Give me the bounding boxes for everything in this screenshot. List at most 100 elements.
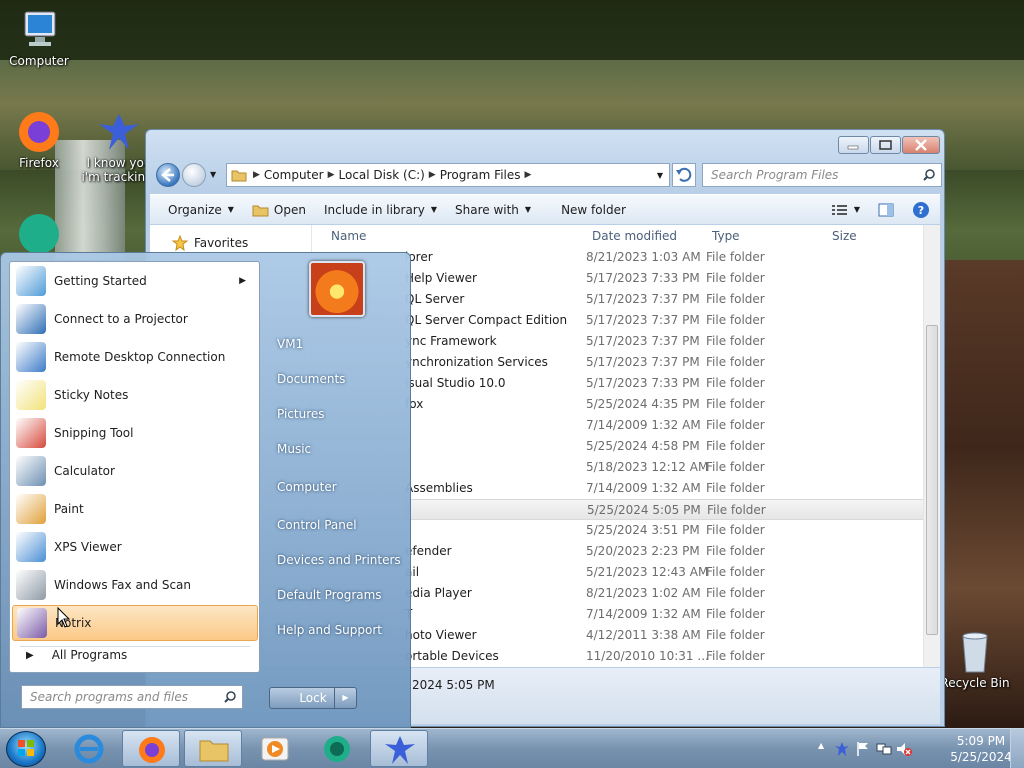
start-program-item[interactable]: Windows Fax and Scan <box>12 567 258 603</box>
start-program-item[interactable]: Snipping Tool <box>12 415 258 451</box>
table-row[interactable]: isual Studio 10.0 5/17/2023 7:33 PM File f… <box>405 373 925 394</box>
lock-label: Lock <box>299 691 327 705</box>
include-in-library-button[interactable]: Include in library ▼ <box>324 203 437 217</box>
table-row[interactable]: fox 5/25/2024 4:35 PM File folder <box>405 394 925 415</box>
maximize-button[interactable] <box>870 136 901 154</box>
show-desktop-button[interactable] <box>1010 729 1024 768</box>
table-row[interactable]: 5/25/2024 5:05 PM File folder <box>405 499 925 520</box>
new-folder-button[interactable]: New folder <box>561 203 626 217</box>
recent-pages-icon[interactable]: ▼ <box>210 170 216 179</box>
open-button[interactable]: Open <box>252 203 306 217</box>
lock-button[interactable]: Lock ▶ <box>269 687 357 709</box>
start-place-item[interactable]: Help and Support <box>277 623 382 637</box>
table-row[interactable]: efender 5/20/2023 2:23 PM File folder <box>405 541 925 562</box>
column-name[interactable]: Name <box>331 229 366 243</box>
user-picture[interactable] <box>309 261 365 317</box>
action-center-flag-icon[interactable] <box>856 741 870 757</box>
table-row[interactable]: T7/14/2009 1:32 AMFile folder <box>405 604 925 625</box>
start-program-item[interactable]: Connect to a Projector <box>12 301 258 337</box>
start-button[interactable] <box>6 731 46 767</box>
start-program-item[interactable]: Calculator <box>12 453 258 489</box>
preview-pane-button[interactable] <box>878 203 894 217</box>
start-place-item[interactable]: Computer <box>277 480 337 494</box>
start-place-item[interactable]: Devices and Printers <box>277 553 401 567</box>
volume-muted-icon[interactable] <box>896 741 912 757</box>
network-icon[interactable] <box>876 741 892 757</box>
table-row[interactable]: 5/18/2023 12:12 AM File folder <box>405 457 925 478</box>
row-type: File folder <box>706 313 765 327</box>
row-name: hoto Viewer <box>405 628 477 642</box>
address-dropdown-icon[interactable]: ▼ <box>657 171 663 180</box>
desktop-icon-firefox[interactable]: Firefox <box>0 110 78 170</box>
breadcrumb-program-files[interactable]: Program Files <box>440 168 521 182</box>
address-bar[interactable]: ▶ Computer ▶ Local Disk (C:) ▶ Program F… <box>226 163 670 187</box>
bird-tray-icon[interactable] <box>834 741 850 757</box>
taskbar-green-app[interactable] <box>308 730 366 767</box>
close-button[interactable] <box>902 136 940 154</box>
back-button[interactable] <box>156 163 180 187</box>
column-type[interactable]: Type <box>712 229 740 243</box>
forward-button[interactable] <box>182 163 206 187</box>
column-date-modified[interactable]: Date modified <box>592 229 677 243</box>
search-placeholder: Search Program Files <box>711 168 839 182</box>
table-row[interactable]: edia Player 8/21/2023 1:02 AM File folder <box>405 583 925 604</box>
row-date: 5/25/2024 5:05 PM <box>587 503 701 517</box>
start-program-item[interactable]: Getting Started ▶ <box>12 263 258 299</box>
start-program-label: Paint <box>54 502 84 516</box>
share-with-button[interactable]: Share with ▼ <box>455 203 531 217</box>
refresh-button[interactable] <box>672 163 696 187</box>
table-row[interactable]: ail 5/21/2023 12:43 AM File folder <box>405 562 925 583</box>
start-place-item[interactable]: Control Panel <box>277 518 357 532</box>
table-row[interactable]: ynchronization Services 5/17/2023 7:37 PM… <box>405 352 925 373</box>
start-program-label: Remote Desktop Connection <box>54 350 226 364</box>
taskbar-bird-app[interactable] <box>370 730 428 767</box>
taskbar-media-player[interactable] <box>246 730 304 767</box>
row-date: 5/25/2024 4:58 PM <box>586 439 700 453</box>
start-program-item[interactable]: Notrix <box>12 605 258 641</box>
table-row[interactable]: ortable Devices 11/20/2010 10:31 ... File … <box>405 646 925 667</box>
organize-button[interactable]: Organize ▼ <box>168 203 234 217</box>
breadcrumb-computer[interactable]: Computer <box>264 168 324 182</box>
table-row[interactable]: 5/25/2024 3:51 PM File folder <box>405 520 925 541</box>
desktop-icon-recycle-bin[interactable]: Recycle Bin <box>936 630 1014 690</box>
start-search-input[interactable]: Search programs and files <box>21 685 243 709</box>
scrollbar-thumb[interactable] <box>926 325 938 635</box>
power-options-button[interactable]: ▶ <box>334 688 356 708</box>
desktop-icon-label: Recycle Bin <box>940 676 1010 690</box>
table-row[interactable]: QL Server 5/17/2023 7:37 PM File folder <box>405 289 925 310</box>
view-options-button[interactable]: ▼ <box>831 204 860 216</box>
desktop-icon-computer[interactable]: Computer <box>0 8 78 68</box>
table-row[interactable]: lorer 8/21/2023 1:03 AM File folder <box>405 247 925 268</box>
taskbar-explorer[interactable] <box>184 730 242 767</box>
start-place-item[interactable]: Pictures <box>277 407 325 421</box>
table-row[interactable]: QL Server Compact Edition 5/17/2023 7:37 … <box>405 310 925 331</box>
vertical-scrollbar[interactable] <box>923 225 940 667</box>
start-program-item[interactable]: Paint <box>12 491 258 527</box>
clock[interactable]: 5:09 PM 5/25/2024 <box>946 733 1016 765</box>
table-row[interactable]: 7/14/2009 1:32 AM File folder <box>405 415 925 436</box>
start-place-item[interactable]: Default Programs <box>277 588 382 602</box>
row-date: 5/17/2023 7:33 PM <box>586 376 700 390</box>
start-program-item[interactable]: Remote Desktop Connection <box>12 339 258 375</box>
start-program-item[interactable]: XPS Viewer <box>12 529 258 565</box>
start-place-item[interactable]: Music <box>277 442 311 456</box>
table-row[interactable]: Help Viewer 5/17/2023 7:33 PM File folder <box>405 268 925 289</box>
table-row[interactable]: 5/25/2024 4:58 PM File folder <box>405 436 925 457</box>
minimize-button[interactable] <box>838 136 869 154</box>
table-row[interactable]: Assemblies 7/14/2009 1:32 AM File folder <box>405 478 925 499</box>
start-place-item[interactable]: VM1 <box>277 337 303 351</box>
table-row[interactable]: hoto Viewer 4/12/2011 3:38 AM File folder <box>405 625 925 646</box>
nav-favorites[interactable]: Favorites <box>172 235 248 251</box>
start-place-item[interactable]: Documents <box>277 372 345 386</box>
column-size[interactable]: Size <box>832 229 857 243</box>
taskbar-firefox[interactable] <box>122 730 180 767</box>
share-label: Share with <box>455 202 519 217</box>
taskbar-ie[interactable] <box>60 730 118 767</box>
table-row[interactable]: ync Framework 5/17/2023 7:37 PM File folde… <box>405 331 925 352</box>
start-program-item[interactable]: Sticky Notes <box>12 377 258 413</box>
help-button[interactable]: ? <box>912 201 930 219</box>
breadcrumb-local-disk[interactable]: Local Disk (C:) <box>339 168 425 182</box>
all-programs-button[interactable]: ▶ All Programs <box>18 648 127 662</box>
show-hidden-icons-button[interactable]: ▲ <box>818 741 824 750</box>
search-input[interactable]: Search Program Files <box>702 163 942 187</box>
